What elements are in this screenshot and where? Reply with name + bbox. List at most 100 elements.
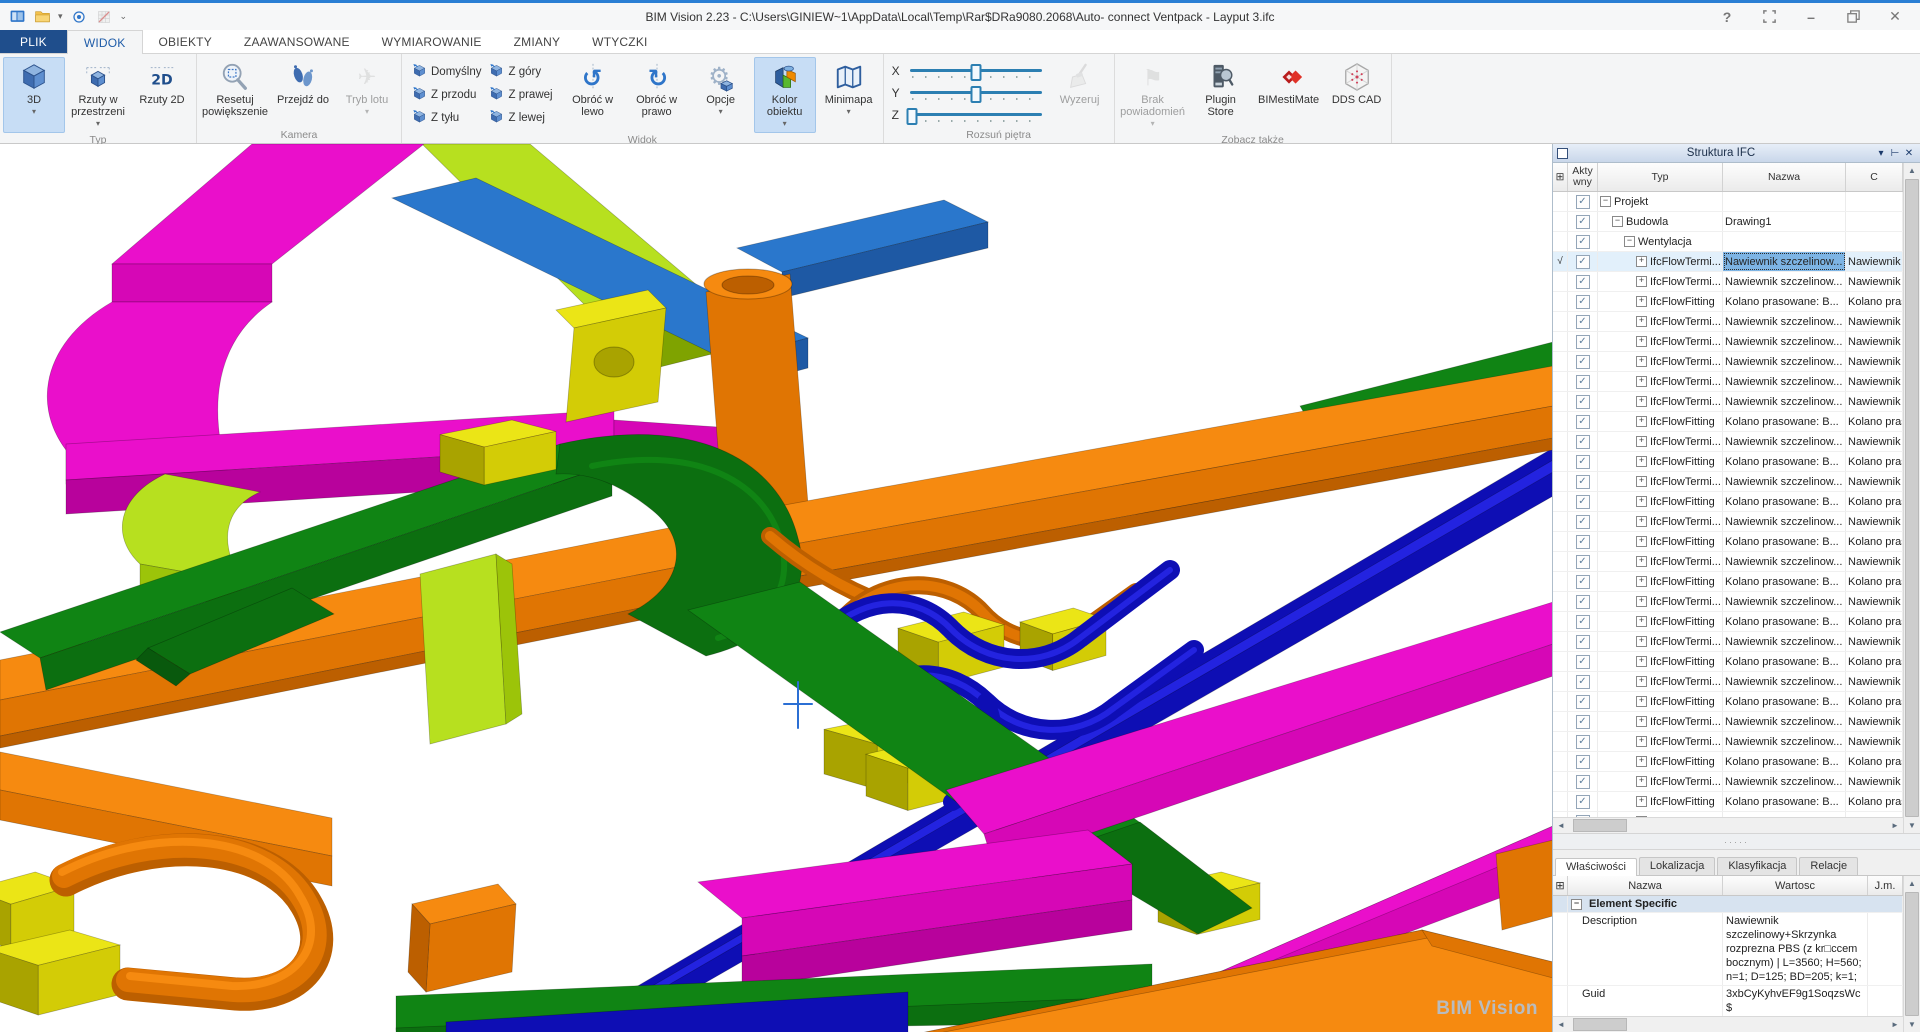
tree-row[interactable]: ✓+IfcFlowTermi...Nawiewnik szczelinow...… xyxy=(1553,312,1903,332)
props-vscroll-down-arrow[interactable]: ▼ xyxy=(1904,1017,1920,1032)
minimize-button[interactable]: – xyxy=(1802,8,1820,26)
column-chooser-icon[interactable]: ⊞ xyxy=(1553,163,1568,191)
tree-row[interactable]: ✓+IfcFlowTermi...Nawiewnik szczelinow...… xyxy=(1553,672,1903,692)
active-checkbox[interactable]: ✓ xyxy=(1576,675,1590,689)
active-checkbox[interactable]: ✓ xyxy=(1576,255,1590,269)
expand-icon[interactable]: + xyxy=(1636,476,1647,487)
expand-icon[interactable]: + xyxy=(1636,296,1647,307)
property-row[interactable]: Guid3xbCyKyhvEF9g1SoqzsWc$ xyxy=(1553,986,1903,1016)
vscroll-thumb[interactable] xyxy=(1905,179,1919,817)
properties-hscrollbar[interactable]: ◄ ► xyxy=(1553,1016,1903,1032)
active-checkbox[interactable]: ✓ xyxy=(1576,475,1590,489)
tree-row[interactable]: ✓+IfcFlowTermi...Nawiewnik szczelinow...… xyxy=(1553,712,1903,732)
active-checkbox[interactable]: ✓ xyxy=(1576,355,1590,369)
view-z-ty-u[interactable]: Z tyłu xyxy=(410,108,483,128)
3d-viewport[interactable]: BIM Vision xyxy=(0,144,1553,1032)
active-checkbox[interactable]: ✓ xyxy=(1576,495,1590,509)
active-checkbox[interactable]: ✓ xyxy=(1576,715,1590,729)
btn-resetuj-powiekszenie[interactable]: Resetuj powiększenie xyxy=(200,57,270,128)
hscroll-right-arrow[interactable]: ► xyxy=(1887,818,1903,833)
tree-row[interactable]: ✓+IfcFlowTermi...Nawiewnik szczelinow...… xyxy=(1553,352,1903,372)
tree-row[interactable]: ✓+IfcFlowTermi...Nawiewnik szczelinow...… xyxy=(1553,472,1903,492)
slider-track-y[interactable] xyxy=(910,85,1042,101)
expand-icon[interactable]: + xyxy=(1636,676,1647,687)
slider-thumb-z[interactable] xyxy=(907,108,918,125)
expand-icon[interactable]: + xyxy=(1636,496,1647,507)
active-checkbox[interactable]: ✓ xyxy=(1576,375,1590,389)
tree-row[interactable]: ✓+IfcFlowFittingKolano prasowane: B...Ko… xyxy=(1553,452,1903,472)
tree-row[interactable]: ✓−Projekt xyxy=(1553,192,1903,212)
tree-row[interactable]: ✓+IfcFlowFittingKolano prasowane: B...Ko… xyxy=(1553,652,1903,672)
tree-row[interactable]: ✓+IfcFlowTermi...Nawiewnik szczelinow...… xyxy=(1553,332,1903,352)
expand-icon[interactable]: + xyxy=(1636,716,1647,727)
vscroll-up-arrow[interactable]: ▲ xyxy=(1904,163,1920,178)
btn-kolor-obiektu[interactable]: Kolor obiektu▾ xyxy=(754,57,816,133)
active-checkbox[interactable]: ✓ xyxy=(1576,235,1590,249)
tree-row[interactable]: ✓+IfcFlowFittingKolano prasowane: B...Ko… xyxy=(1553,572,1903,592)
tab-widok[interactable]: WIDOK xyxy=(67,30,143,54)
collapse-icon[interactable]: − xyxy=(1571,899,1582,910)
expand-icon[interactable]: + xyxy=(1636,636,1647,647)
expand-icon[interactable]: + xyxy=(1636,416,1647,427)
view-z-g-ry[interactable]: Z góry xyxy=(487,62,554,82)
btn-rzuty-w-przestrzeni[interactable]: Rzuty w przestrzeni▾ xyxy=(67,57,129,133)
panel-close-icon[interactable]: ✕ xyxy=(1902,148,1916,159)
active-checkbox[interactable]: ✓ xyxy=(1576,415,1590,429)
collapse-icon[interactable]: − xyxy=(1624,236,1635,247)
btn-rzuty-2d[interactable]: Rzuty 2D xyxy=(131,57,193,133)
expand-icon[interactable]: + xyxy=(1636,536,1647,547)
expand-icon[interactable]: + xyxy=(1636,316,1647,327)
panel-splitter[interactable]: ····· xyxy=(1553,833,1920,850)
active-checkbox[interactable]: ✓ xyxy=(1576,435,1590,449)
active-checkbox[interactable]: ✓ xyxy=(1576,455,1590,469)
btn-tryb-lotu[interactable]: Tryb lotu▾ xyxy=(336,57,398,128)
expand-icon[interactable]: + xyxy=(1636,796,1647,807)
tree-row[interactable]: ✓+IfcFlowTermi...Nawiewnik szczelinow...… xyxy=(1553,732,1903,752)
hscroll-thumb[interactable] xyxy=(1573,819,1627,832)
tab-lokalizacja[interactable]: Lokalizacja xyxy=(1639,857,1715,875)
expand-icon[interactable]: + xyxy=(1636,396,1647,407)
btn-brak-powiadomien[interactable]: Brak powiadomień▾ xyxy=(1118,57,1188,133)
active-checkbox[interactable]: ✓ xyxy=(1576,195,1590,209)
tab-klasyfikacja[interactable]: Klasyfikacja xyxy=(1717,857,1797,875)
tree-row[interactable]: ✓+IfcFlowTermi...Nawiewnik szczelinow...… xyxy=(1553,632,1903,652)
tree-row[interactable]: ✓+IfcFlowTermi...Nawiewnik szczelinow...… xyxy=(1553,392,1903,412)
expand-icon[interactable]: + xyxy=(1636,596,1647,607)
props-vscroll-up-arrow[interactable]: ▲ xyxy=(1904,876,1920,891)
expand-icon[interactable]: + xyxy=(1636,336,1647,347)
props-vscroll-thumb[interactable] xyxy=(1905,892,1919,1016)
slider-track-z[interactable] xyxy=(910,107,1042,123)
active-checkbox[interactable]: ✓ xyxy=(1576,335,1590,349)
tab-obiekty[interactable]: OBIEKTY xyxy=(143,30,228,53)
active-checkbox[interactable]: ✓ xyxy=(1576,755,1590,769)
props-hscroll-right-arrow[interactable]: ► xyxy=(1887,1017,1903,1032)
tree-row[interactable]: ✓+IfcFlowFittingKolano prasowane: B...Ko… xyxy=(1553,692,1903,712)
tree-row[interactable]: ✓+IfcFlowTermi...Nawiewnik szczelinow...… xyxy=(1553,512,1903,532)
hscroll-left-arrow[interactable]: ◄ xyxy=(1553,818,1569,833)
btn-obroc-w-prawo[interactable]: Obróć w prawo xyxy=(626,57,688,133)
open-file-dropdown-icon[interactable]: ▾ xyxy=(58,11,63,22)
property-group-row[interactable]: −Element Specific xyxy=(1553,896,1903,913)
collapse-icon[interactable]: − xyxy=(1612,216,1623,227)
panel-dropdown-icon[interactable]: ▾ xyxy=(1874,148,1888,159)
record-view-icon[interactable] xyxy=(70,8,88,26)
open-file-icon[interactable] xyxy=(33,8,51,26)
slider-track-x[interactable] xyxy=(910,63,1042,79)
collapse-icon[interactable]: − xyxy=(1600,196,1611,207)
slider-thumb-y[interactable] xyxy=(970,86,981,103)
help-button[interactable]: ? xyxy=(1718,8,1736,26)
active-checkbox[interactable]: ✓ xyxy=(1576,655,1590,669)
tree-row[interactable]: ✓−Wentylacja xyxy=(1553,232,1903,252)
active-checkbox[interactable]: ✓ xyxy=(1576,295,1590,309)
structure-vscrollbar[interactable]: ▲ ▼ xyxy=(1903,163,1920,833)
active-checkbox[interactable]: ✓ xyxy=(1576,595,1590,609)
expand-icon[interactable]: + xyxy=(1636,576,1647,587)
view-z-lewej[interactable]: Z lewej xyxy=(487,108,554,128)
tab-relacje[interactable]: Relacje xyxy=(1799,857,1858,875)
active-checkbox[interactable]: ✓ xyxy=(1576,215,1590,229)
properties-vscrollbar[interactable]: ▲ ▼ xyxy=(1903,876,1920,1032)
expand-icon[interactable]: + xyxy=(1636,656,1647,667)
btn-minimapa[interactable]: Minimapa▾ xyxy=(818,57,880,133)
active-checkbox[interactable]: ✓ xyxy=(1576,555,1590,569)
column-chooser-icon[interactable]: ⊞ xyxy=(1553,876,1568,895)
